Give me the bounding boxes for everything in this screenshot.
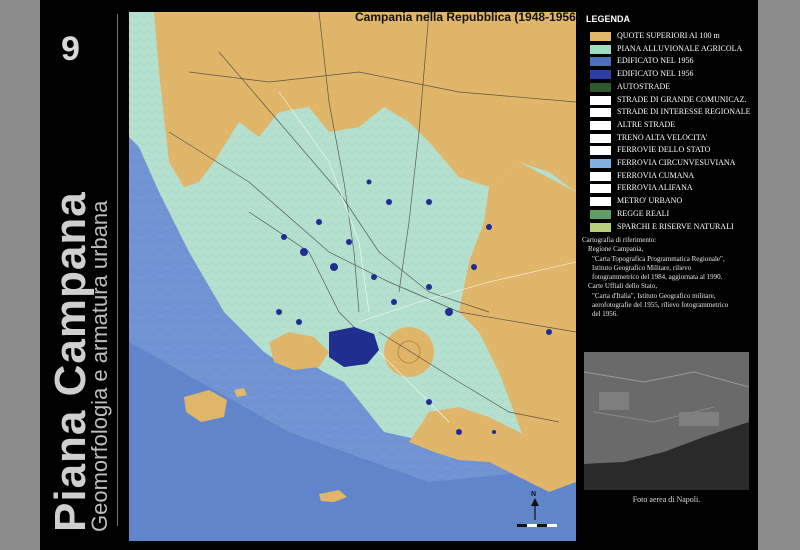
cartography-line: fotogrammetrico del 1984, aggiornata al … [592, 273, 723, 282]
legend-swatch [590, 197, 611, 207]
photo-caption: Foto aerea di Napoli. [632, 495, 701, 504]
legend-swatch [590, 171, 611, 181]
cartography-line: "Carta d'Italia", Istituto Geografico mi… [592, 291, 716, 300]
legend-swatch [590, 32, 611, 41]
legend-label: STRADE DI GRANDE COMUNICAZ. [617, 94, 747, 104]
legend-item: SPARCHI E RISERVE NATURALI [590, 222, 760, 234]
legend-label: SPARCHI E RISERVE NATURALI [617, 221, 734, 231]
legend-item: FERROVIA CUMANA [590, 171, 760, 183]
legend-swatch [590, 70, 611, 80]
legend-item: TRENO ALTA VELOCITA' [590, 133, 760, 145]
legend-item: FERROVIA CIRCUNVESUVIANA [590, 158, 760, 170]
sheet-subtitle: Geomorfologia e armatura urbana [87, 200, 112, 532]
legend-label: EDIFICATO NEL 1956 [617, 69, 694, 79]
sidebar-divider [117, 14, 118, 526]
cartography-notes: Cartografia di riferimento: Regione Campa… [582, 236, 758, 320]
legend-swatch [590, 108, 611, 118]
legend-swatch [590, 133, 611, 143]
cartography-line: aerofotografie del 1955, rilievo fotogra… [592, 301, 729, 310]
map-title: Campania nella Repubblica (1948-1956) [355, 10, 580, 24]
legend-label: FERROVIA CUMANA [617, 170, 695, 180]
legend-item: EDIFICATO NEL 1956 [590, 69, 760, 81]
aerial-photo-naples [584, 352, 749, 490]
campania-map[interactable]: N [129, 12, 576, 541]
legend-swatch [590, 222, 611, 232]
legend-item: METRO' URBANO [590, 196, 760, 208]
legend-item: PIANA ALLUVIONALE AGRICOLA [590, 44, 760, 56]
legend-label: EDIFICATO NEL 1956 [617, 56, 694, 66]
legend-swatch [590, 159, 611, 168]
legend-item: REGGE REALI [590, 209, 760, 221]
legend-swatch [590, 146, 611, 156]
cartography-line: Cartografia di riferimento: [582, 236, 657, 244]
legend-title: LEGENDA [586, 14, 631, 24]
legend-label: PIANA ALLUVIONALE AGRICOLA [617, 43, 743, 53]
cartography-line: del 1956. [592, 310, 619, 319]
legend-label: ALTRE STRADE [617, 119, 676, 129]
legend-item: STRADE DI INTERESSE REGIONALE [590, 107, 760, 119]
cartography-line: "Carta Topografica Programmatica Regiona… [592, 254, 725, 263]
legend-swatch [590, 57, 611, 67]
legend-item: FERROVIE DELLO STATO [590, 145, 760, 157]
cartography-line: Regione Campania, [588, 245, 644, 254]
legend-label: QUOTE SUPERIORI AI 100 m [617, 31, 720, 40]
aerial-photo-image [584, 352, 749, 490]
legend-label: STRADE DI INTERESSE REGIONALE [617, 107, 751, 117]
legend-item: ALTRE STRADE [590, 120, 760, 132]
legend-label: METRO' URBANO [617, 196, 683, 206]
legend-swatch [590, 120, 611, 130]
legend-swatch [590, 184, 611, 194]
legend-swatch [590, 82, 611, 92]
sheet-number: 9 [61, 30, 80, 68]
terrain-contours [129, 12, 576, 541]
cartography-line: Carte Uffiali dello Stato, [588, 282, 658, 291]
legend-label: AUTOSTRADE [617, 81, 671, 91]
legend-item: AUTOSTRADE [590, 82, 760, 94]
scale-bar [517, 524, 557, 527]
legend-item: QUOTE SUPERIORI AI 100 m [590, 31, 760, 43]
cartography-line: Istituto Geografico Militare, rilievo [592, 263, 692, 272]
legend-label: FERROVIA CIRCUNVESUVIANA [617, 158, 736, 167]
legend-swatch [590, 209, 611, 219]
legend-swatch [590, 95, 611, 105]
legend-item: EDIFICATO NEL 1956 [590, 56, 760, 68]
legend-label: TRENO ALTA VELOCITA' [617, 132, 708, 142]
legend-item: STRADE DI GRANDE COMUNICAZ. [590, 95, 760, 107]
north-label: N [531, 491, 536, 498]
legend-label: REGGE REALI [617, 208, 670, 218]
legend-label: FERROVIA ALIFANA [617, 183, 693, 193]
legend-item: FERROVIA ALIFANA [590, 183, 760, 195]
legend-swatch [590, 44, 611, 54]
legend-label: FERROVIE DELLO STATO [617, 145, 711, 155]
